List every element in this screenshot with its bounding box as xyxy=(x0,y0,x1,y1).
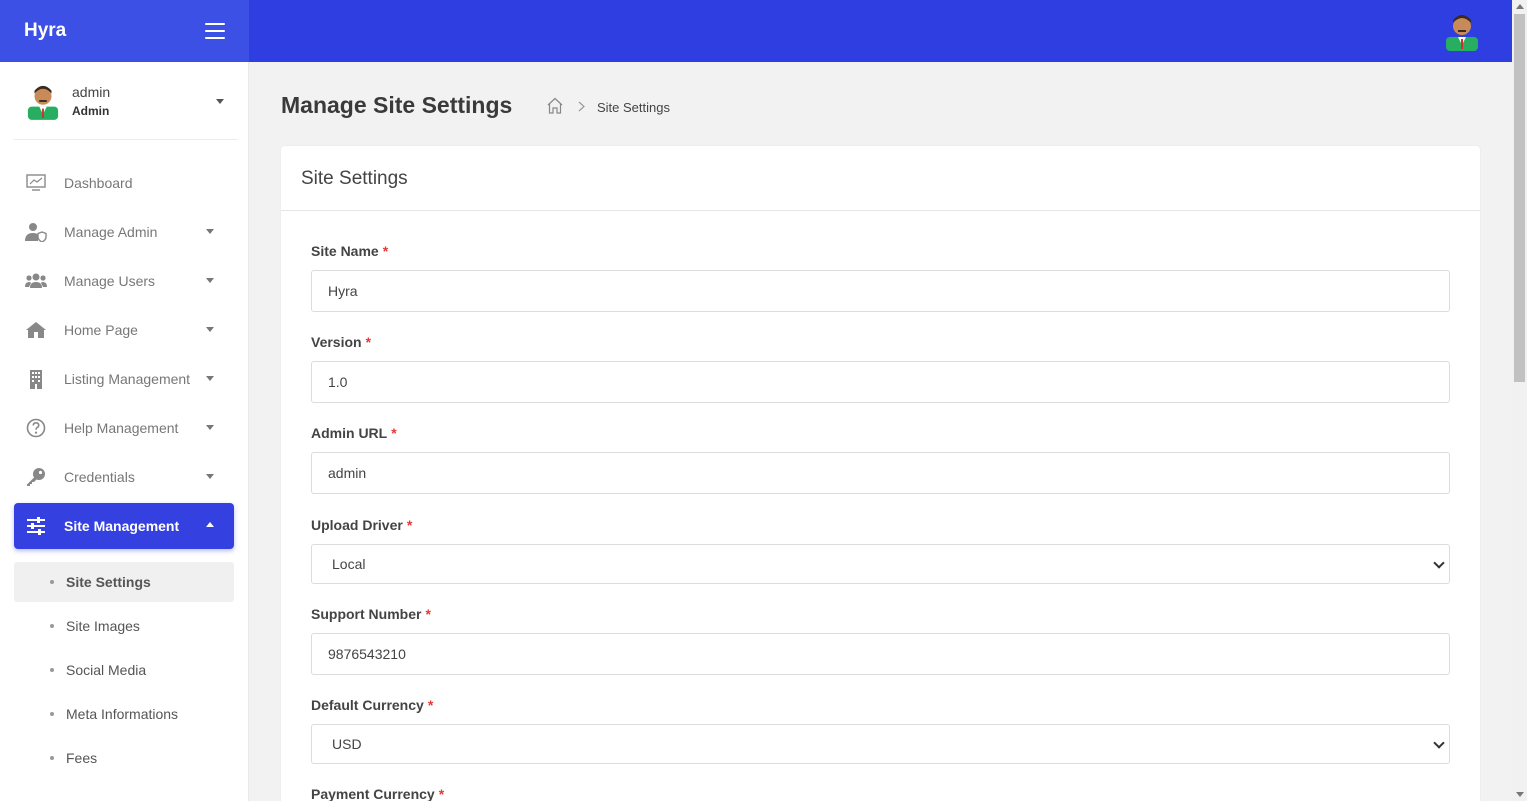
scroll-thumb[interactable] xyxy=(1514,14,1525,382)
sidebar-item-help-management[interactable]: Help Management xyxy=(14,405,234,451)
sidebar-item-dashboard[interactable]: Dashboard xyxy=(14,160,234,206)
dashboard-icon xyxy=(25,172,47,194)
subitem-meta-informations[interactable]: Meta Informations xyxy=(14,694,234,734)
sidebar-item-label: Help Management xyxy=(64,420,179,436)
breadcrumb-current: Site Settings xyxy=(597,99,670,115)
subitem-fees[interactable]: Fees xyxy=(14,738,234,778)
sidebar-item-credentials[interactable]: Credentials xyxy=(14,454,234,500)
top-navbar xyxy=(249,0,1512,62)
subitem-label: Meta Informations xyxy=(66,706,179,722)
site-settings-card: Site Settings Site Name* Version* Admin … xyxy=(281,146,1480,801)
sidebar-item-home-page[interactable]: Home Page xyxy=(14,307,234,353)
default-currency-label: Default Currency * xyxy=(311,697,434,713)
home-icon xyxy=(25,319,47,341)
user-avatar-icon[interactable] xyxy=(1444,11,1480,51)
question-circle-icon xyxy=(25,417,47,439)
sidebar-item-manage-users[interactable]: Manage Users xyxy=(14,258,234,304)
default-currency-value: USD xyxy=(332,736,362,752)
sidebar-profile[interactable]: admin Admin xyxy=(14,62,238,140)
bullet-icon xyxy=(50,624,54,628)
bullet-icon xyxy=(50,712,54,716)
bullet-icon xyxy=(50,756,54,760)
upload-driver-select[interactable]: Local xyxy=(311,544,1450,584)
bullet-icon xyxy=(50,580,54,584)
home-outline-icon[interactable] xyxy=(546,97,564,117)
admin-url-input[interactable] xyxy=(311,452,1450,494)
default-currency-select[interactable]: USD xyxy=(311,724,1450,764)
brand-header: Hyra xyxy=(0,0,249,62)
sidebar-item-label: Home Page xyxy=(64,322,138,338)
chevron-right-icon xyxy=(578,99,585,115)
users-icon xyxy=(25,270,47,292)
chevron-down-icon xyxy=(206,278,214,283)
user-shield-icon xyxy=(25,221,47,243)
sidebar-item-site-management[interactable]: Site Management xyxy=(14,503,234,549)
sidebar-item-label: Dashboard xyxy=(64,175,133,191)
bullet-icon xyxy=(50,668,54,672)
chevron-down-icon xyxy=(206,425,214,430)
support-number-input[interactable] xyxy=(311,633,1450,675)
chevron-down-icon xyxy=(206,327,214,332)
site-name-input[interactable] xyxy=(311,270,1450,312)
subitem-label: Fees xyxy=(66,750,98,766)
profile-name: admin xyxy=(72,83,111,100)
subitem-label: Site Settings xyxy=(66,574,151,590)
sidebar-item-label: Listing Management xyxy=(64,371,191,387)
subitem-site-settings[interactable]: Site Settings xyxy=(14,562,234,602)
chevron-down-icon xyxy=(1433,557,1445,569)
chevron-down-icon xyxy=(206,376,214,381)
chevron-down-icon xyxy=(206,474,214,479)
sidebar-item-label: Manage Users xyxy=(64,273,156,289)
admin-url-label: Admin URL * xyxy=(311,425,397,441)
payment-currency-label: Payment Currency * xyxy=(311,786,445,801)
subitem-site-images[interactable]: Site Images xyxy=(14,606,234,646)
site-name-label: Site Name * xyxy=(311,243,389,259)
key-icon xyxy=(25,466,47,488)
version-label: Version * xyxy=(311,334,372,350)
chevron-down-icon xyxy=(206,229,214,234)
sidebar-item-label: Site Management xyxy=(64,518,180,534)
chevron-down-icon[interactable] xyxy=(216,99,224,104)
card-title: Site Settings xyxy=(281,146,1480,211)
page-title: Manage Site Settings xyxy=(281,92,513,118)
chevron-down-icon xyxy=(1433,737,1445,749)
menu-toggle-icon[interactable] xyxy=(205,23,225,39)
breadcrumb: Site Settings xyxy=(546,97,670,117)
sidebar-item-listing-management[interactable]: Listing Management xyxy=(14,356,234,402)
scroll-up-icon[interactable] xyxy=(1516,4,1524,9)
support-number-label: Support Number * xyxy=(311,606,431,622)
version-input[interactable] xyxy=(311,361,1450,403)
profile-role: Admin xyxy=(72,103,110,118)
subitem-social-media[interactable]: Social Media xyxy=(14,650,234,690)
upload-driver-value: Local xyxy=(332,556,366,572)
sidebar-item-label: Credentials xyxy=(64,469,135,485)
brand-name[interactable]: Hyra xyxy=(24,20,66,42)
building-icon xyxy=(25,368,47,390)
upload-driver-label: Upload Driver * xyxy=(311,517,413,533)
chevron-up-icon xyxy=(206,522,214,527)
sliders-icon xyxy=(25,515,47,537)
scroll-down-icon[interactable] xyxy=(1516,792,1524,797)
sidebar-item-label: Manage Admin xyxy=(64,224,158,240)
page-scrollbar[interactable] xyxy=(1512,0,1527,801)
sidebar-item-manage-admin[interactable]: Manage Admin xyxy=(14,209,234,255)
subitem-label: Site Images xyxy=(66,618,140,634)
avatar xyxy=(27,85,59,120)
sidebar: admin Admin Dashboard Manage Admin Manag… xyxy=(0,62,249,801)
subitem-label: Social Media xyxy=(66,662,147,678)
